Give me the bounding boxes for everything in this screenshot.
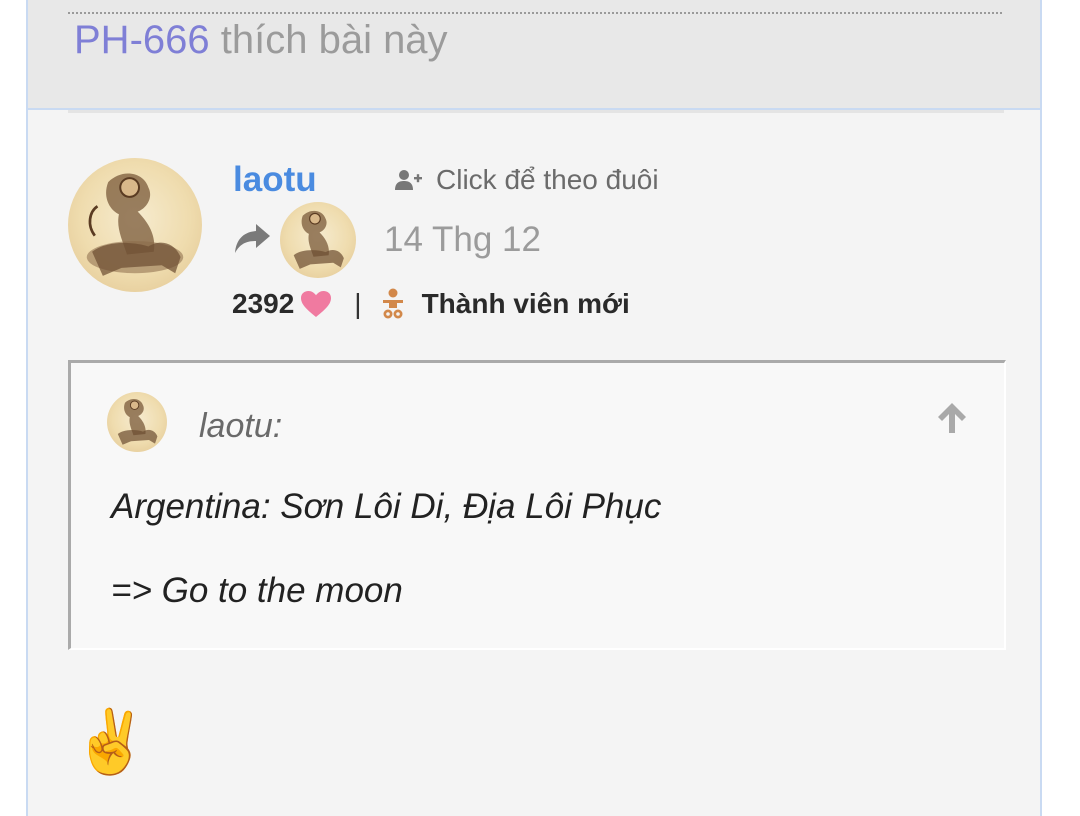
arrow-up-icon[interactable]	[933, 399, 971, 437]
member-rank: Thành viên mới	[421, 288, 630, 319]
shared-by-avatar[interactable]	[280, 202, 356, 278]
liker-link[interactable]: PH-666	[74, 18, 210, 62]
baby-icon	[382, 288, 403, 319]
likes-count: 2392	[232, 288, 295, 319]
author-avatar[interactable]	[68, 158, 202, 292]
quote-author-avatar[interactable]	[107, 392, 167, 452]
user-plus-icon	[395, 170, 422, 190]
follow-label: Click để theo đuôi	[436, 164, 659, 195]
like-notice-text: PH-666 thích bài này	[74, 18, 448, 63]
post-container: PH-666 thích bài này laotu Click để theo…	[26, 0, 1042, 816]
dotted-divider	[68, 12, 1002, 14]
like-notice: PH-666 thích bài này	[28, 0, 1040, 110]
quote-text-line: => Go to the moon	[111, 571, 403, 610]
quote-text-line: Argentina: Sơn Lôi Di, Địa Lôi Phục	[111, 487, 662, 526]
author-stats: 2392 | Thành viên mới	[232, 288, 630, 320]
follow-button[interactable]: Click để theo đuôi	[394, 164, 659, 196]
divider	[68, 110, 1004, 113]
author-username[interactable]: laotu	[233, 160, 317, 200]
like-notice-label: thích bài này	[209, 18, 448, 62]
share-arrow-icon	[235, 224, 270, 253]
quote-block: laotu: Argentina: Sơn Lôi Di, Địa Lôi Ph…	[68, 360, 1006, 650]
post-date[interactable]: 14 Thg 12	[384, 220, 541, 260]
quote-author: laotu:	[199, 407, 283, 445]
post-message: ✌️	[72, 708, 150, 777]
stats-separator: |	[354, 288, 362, 319]
heart-icon	[301, 291, 332, 317]
